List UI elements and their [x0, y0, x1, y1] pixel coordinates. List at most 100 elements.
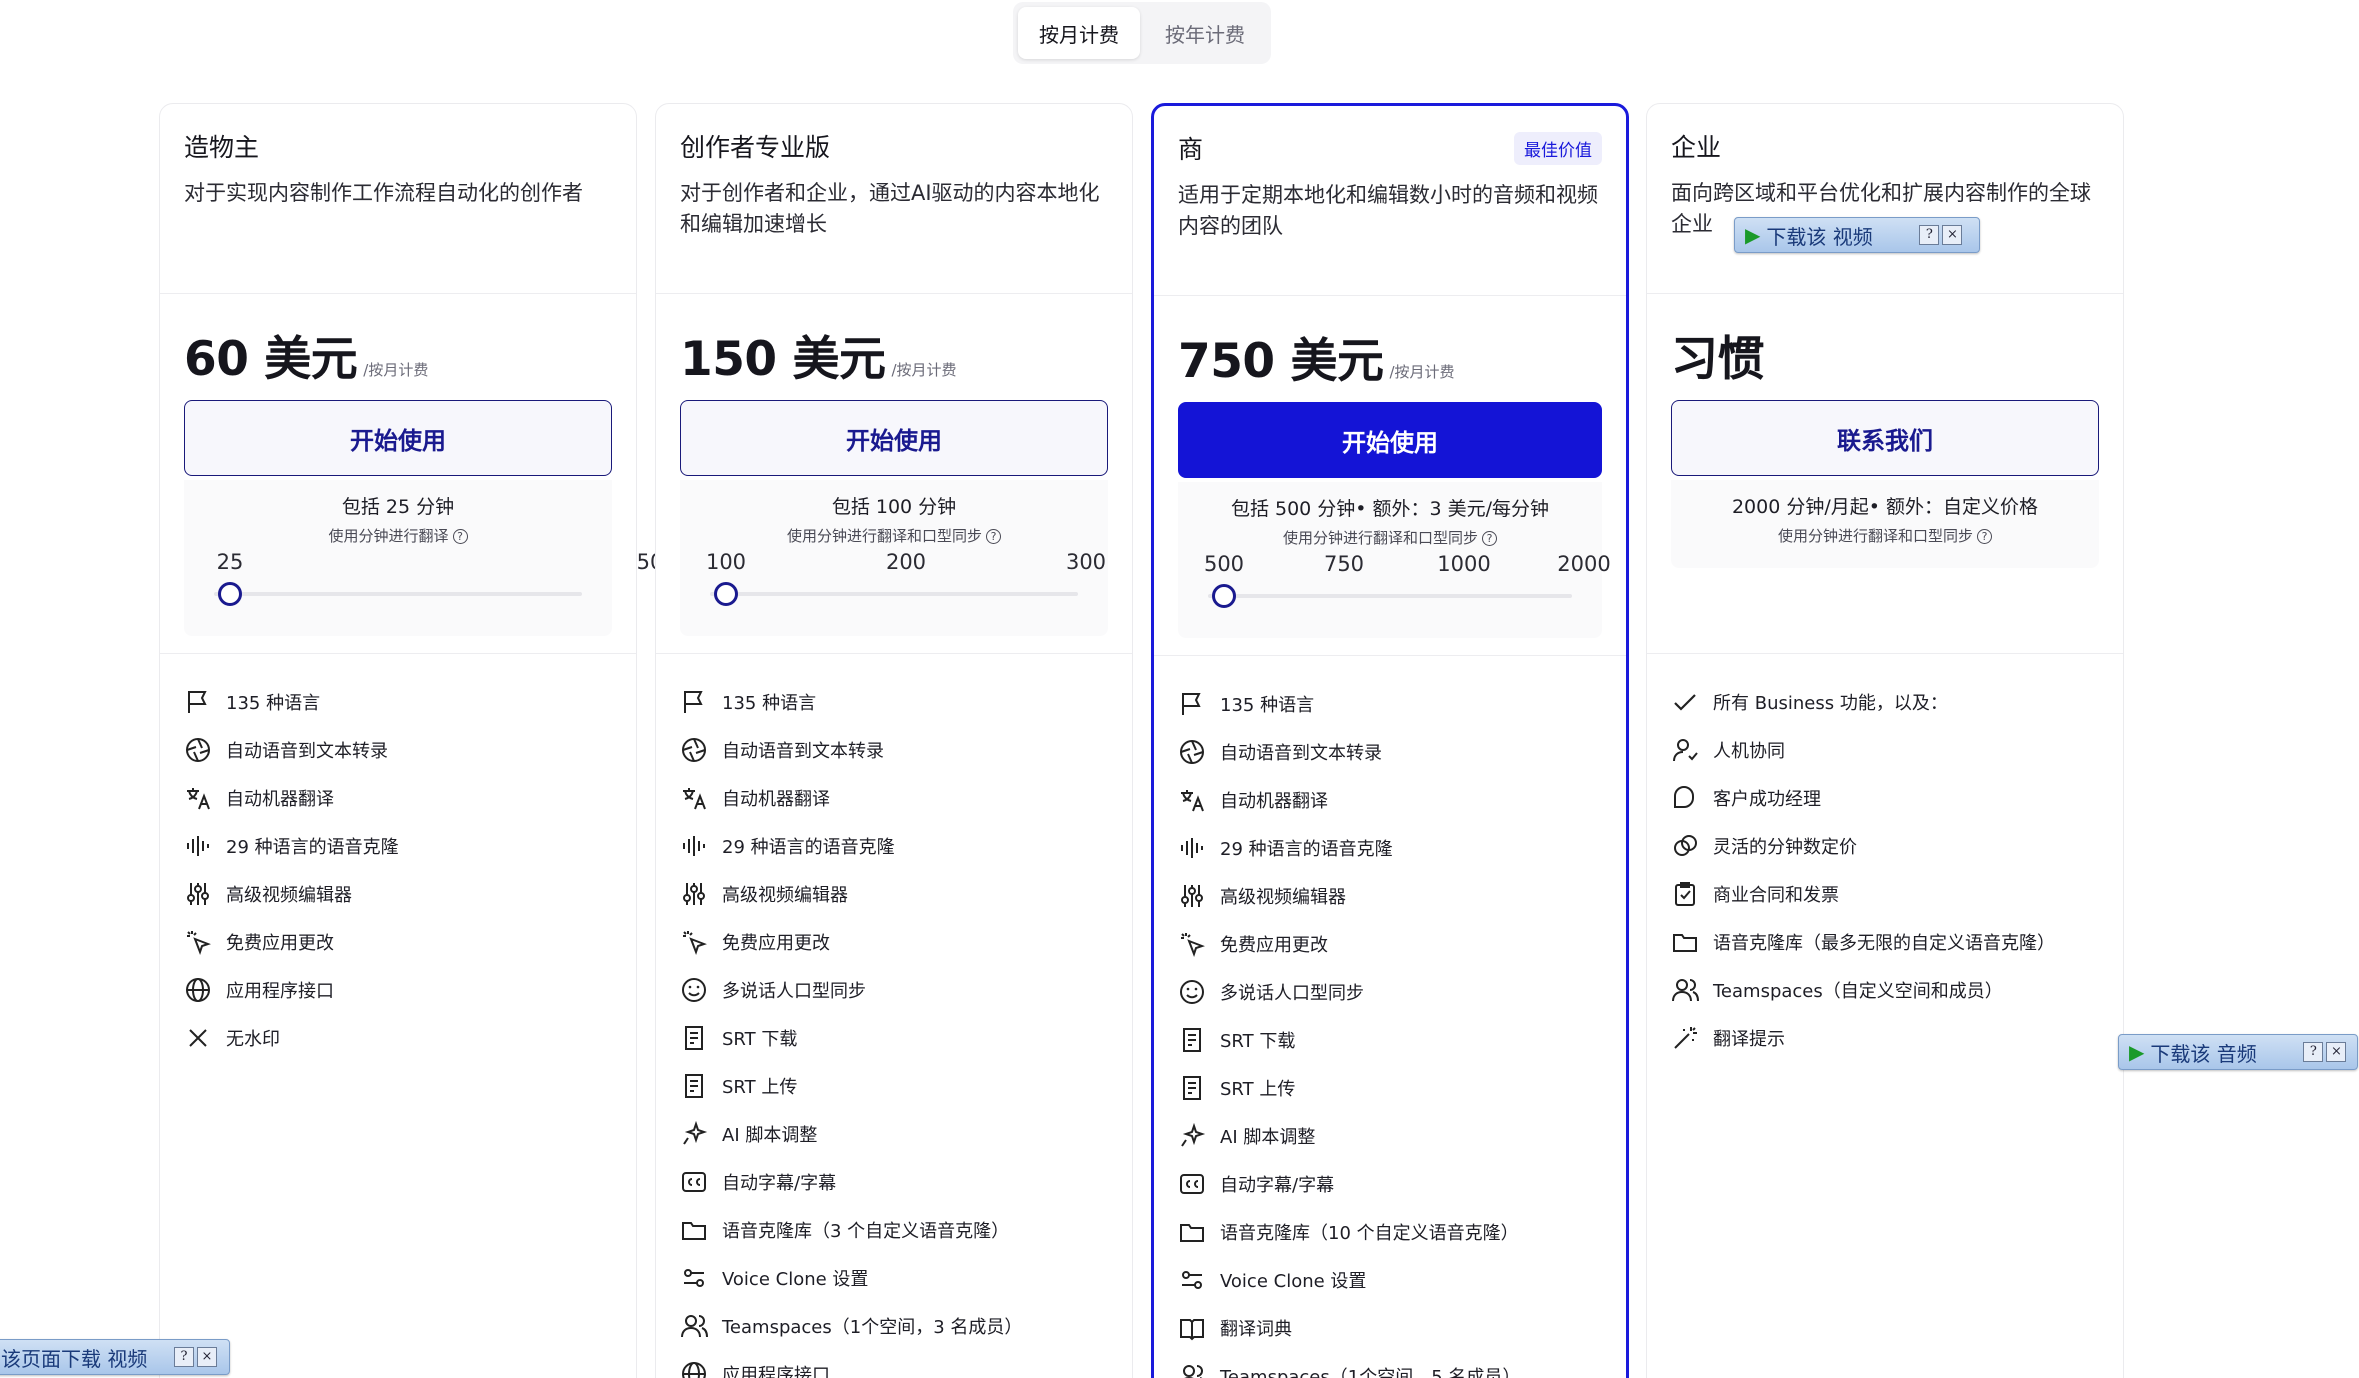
help-icon[interactable]: ?: [2303, 1042, 2324, 1062]
help-icon[interactable]: ?: [452, 529, 468, 544]
feature-label: 灵活的分钟数定价: [1713, 837, 1857, 858]
settings-toggle-icon: [684, 1269, 704, 1287]
feature-item: Voice Clone 设置: [1178, 1256, 1602, 1304]
flag-icon: [1182, 693, 1201, 715]
feature-label: 高级视频编辑器: [226, 885, 352, 906]
slider-track[interactable]: [214, 592, 582, 596]
price-unit: /按月计费: [1389, 363, 1455, 381]
feature-item: 135 种语言: [184, 678, 612, 726]
included-note-text: 使用分钟进行翻译: [328, 527, 449, 545]
feature-label: 语音克隆库（最多无限的自定义语音克隆）: [1713, 933, 2055, 954]
feature-label: AI 脚本调整: [1220, 1127, 1316, 1148]
cta-button[interactable]: 开始使用: [680, 400, 1108, 476]
feature-item: 多说话人口型同步: [1178, 968, 1602, 1016]
help-icon[interactable]: ?: [1977, 529, 1992, 544]
included-minutes: 2000 分钟/月起• 额外：自定义价格: [1731, 496, 2039, 518]
users-icon: [681, 1315, 708, 1338]
slider-tick: 750: [1323, 552, 1365, 576]
feature-list: 135 种语言 自动语音到文本转录 自动机器翻译 29 种语言的语音克隆 高级视频编辑器…: [656, 654, 1132, 1378]
tab-monthly[interactable]: 按月计费: [1018, 7, 1140, 59]
price: 750 美元: [1178, 334, 1384, 389]
feature-item: 自动机器翻译: [680, 774, 1108, 822]
slider-tick: 1000: [1437, 552, 1491, 576]
feature-item: 灵活的分钟数定价: [1671, 822, 2099, 870]
feature-label: 29 种语言的语音克隆: [226, 837, 399, 858]
feature-item: 翻译词典: [1178, 1304, 1602, 1352]
feature-item: Teamspaces（自定义空间和成员）: [1671, 966, 2099, 1014]
feature-label: Voice Clone 设置: [722, 1269, 869, 1290]
plan-card-1: 创作者专业版 对于创作者和企业，通过AI驱动的内容本地化和编辑加速增长 150 美元…: [655, 103, 1133, 1378]
feature-label: 所有 Business 功能，以及：: [1713, 693, 1948, 714]
feature-item: AI 脚本调整: [1178, 1112, 1602, 1160]
plan-card-0: 造物主 对于实现内容制作工作流程自动化的创作者 60 美元/按月计费 开始使用 包括 2…: [159, 103, 663, 1378]
included-note: 使用分钟进行翻译和口型同步?: [1178, 527, 1602, 548]
plan-header: 商 最佳价值 适用于定期本地化和编辑数小时的音频和视频内容的团队: [1154, 106, 1626, 296]
feature-item: 高级视频编辑器: [1178, 872, 1602, 920]
feature-list: 所有 Business 功能，以及： 人机协同 客户成功经理 灵活的分钟数定价 商业合同…: [1647, 654, 2123, 1062]
cta-button[interactable]: 开始使用: [1178, 402, 1602, 478]
waveform-icon: [1181, 838, 1203, 858]
feature-item: 语音克隆库（最多无限的自定义语音克隆）: [1671, 918, 2099, 966]
cta-button[interactable]: 开始使用: [184, 400, 612, 476]
feature-item: 自动字幕/字幕: [1178, 1160, 1602, 1208]
download-audio-overlay[interactable]: ▶ 下载该 音频 ? ×: [2118, 1034, 2358, 1070]
price: 60 美元: [184, 332, 358, 387]
users-icon: [1672, 979, 1699, 1002]
close-icon[interactable]: ×: [2326, 1042, 2347, 1062]
plan-description: 适用于定期本地化和编辑数小时的音频和视频内容的团队: [1178, 183, 1598, 238]
feature-label: 29 种语言的语音克隆: [1220, 839, 1393, 860]
feature-item: 自动语音到文本转录: [184, 726, 612, 774]
waveform-icon: [683, 836, 705, 856]
globe-icon: [186, 978, 210, 1002]
slider-handle[interactable]: [218, 582, 242, 606]
help-icon[interactable]: ?: [1919, 225, 1940, 245]
plan-pricing: 60 美元/按月计费 开始使用 包括 25 分钟 使用分钟进行翻译? 25 50: [160, 294, 663, 654]
feature-label: Voice Clone 设置: [1220, 1271, 1367, 1292]
feature-label: 高级视频编辑器: [722, 885, 848, 906]
download-page-overlay[interactable]: 该页面下载 视频 ? ×: [0, 1339, 230, 1375]
feature-label: 自动字幕/字幕: [722, 1173, 837, 1194]
close-icon[interactable]: ×: [197, 1347, 217, 1367]
feature-label: 人机协同: [1713, 741, 1785, 762]
sparkle-icon: [683, 1120, 708, 1145]
help-icon[interactable]: ?: [1482, 531, 1497, 546]
help-icon[interactable]: ?: [986, 529, 1001, 544]
feature-item: 应用程序接口: [184, 966, 612, 1014]
feature-label: 135 种语言: [722, 693, 817, 714]
feature-item: 免费应用更改: [184, 918, 612, 966]
slider-handle[interactable]: [714, 582, 738, 606]
feature-item: 商业合同和发票: [1671, 870, 2099, 918]
sliders-icon: [683, 883, 705, 905]
slider-ticks: 100 200 300: [680, 550, 1108, 576]
included-note: 使用分钟进行翻译和口型同步?: [1671, 525, 2099, 546]
plan-name: 造物主: [184, 128, 612, 164]
close-icon[interactable]: ×: [1942, 225, 1963, 245]
translate-icon: [683, 788, 706, 810]
feature-label: 自动语音到文本转录: [722, 741, 884, 762]
plan-pricing: 750 美元/按月计费开始使用 包括 500 分钟• 额外：3 美元/每分钟 使用分…: [1154, 296, 1626, 656]
plan-title: 企业: [1671, 133, 1722, 162]
minutes-selector: 包括 500 分钟• 额外：3 美元/每分钟 使用分钟进行翻译和口型同步? 500 7…: [1178, 482, 1611, 638]
book-icon: [1180, 1319, 1204, 1341]
feature-label: SRT 上传: [1220, 1079, 1296, 1100]
download-audio-label: 下载该 音频: [2150, 1041, 2257, 1066]
feature-label: Teamspaces（自定义空间和成员）: [1713, 981, 2003, 1002]
help-icon[interactable]: ?: [174, 1347, 194, 1367]
download-video-overlay[interactable]: ▶ 下载该 视频 ? ×: [1734, 217, 1980, 253]
feature-item: 多说话人口型同步: [680, 966, 1108, 1014]
tab-yearly[interactable]: 按年计费: [1144, 7, 1266, 59]
slider-tick: 25: [216, 550, 244, 574]
cursor-click-icon: [187, 931, 211, 955]
slider-track[interactable]: [1208, 594, 1572, 598]
globe-icon: [682, 1362, 706, 1378]
x-icon: [189, 1029, 207, 1047]
captions-icon: [682, 1172, 706, 1192]
feature-label: 自动机器翻译: [1220, 791, 1328, 812]
feature-label: 免费应用更改: [1220, 935, 1328, 956]
sliders-icon: [187, 883, 209, 905]
slider-track[interactable]: [710, 592, 1078, 596]
plan-header: 创作者专业版 对于创作者和企业，通过AI驱动的内容本地化和编辑加速增长: [656, 104, 1132, 294]
feature-item: 语音克隆库（10 个自定义语音克隆）: [1178, 1208, 1602, 1256]
cta-button[interactable]: 联系我们: [1671, 400, 2099, 476]
slider-handle[interactable]: [1212, 584, 1236, 608]
